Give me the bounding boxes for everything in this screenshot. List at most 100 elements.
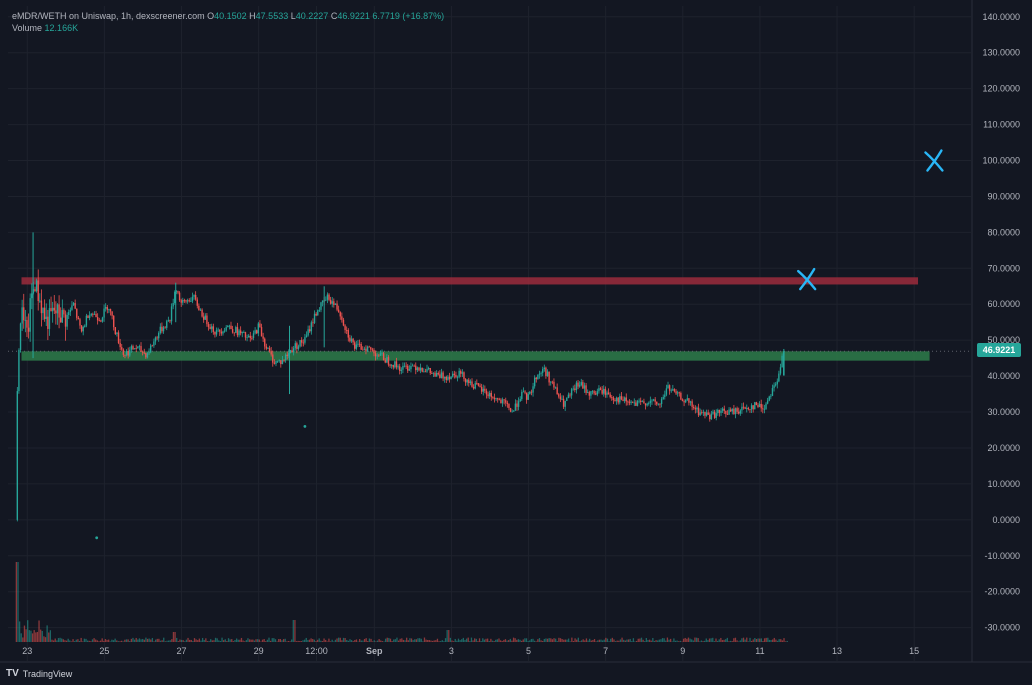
- candle-body: [16, 391, 19, 520]
- volume-bar: [521, 640, 523, 642]
- candle-body: [551, 381, 554, 383]
- volume-bar: [616, 640, 618, 642]
- candle-body: [125, 351, 128, 356]
- candle-body: [389, 364, 391, 366]
- candle-body: [445, 376, 447, 380]
- candle-body: [312, 322, 314, 324]
- candle-body: [326, 294, 329, 300]
- volume-bar: [365, 638, 367, 642]
- candle-body: [754, 402, 756, 410]
- candle-body: [509, 408, 512, 412]
- volume-bar: [156, 638, 158, 642]
- candle-body: [140, 346, 142, 352]
- volume-bar: [499, 640, 502, 642]
- volume-bar: [597, 640, 599, 642]
- volume-bar: [271, 638, 273, 642]
- volume-bar: [480, 641, 482, 642]
- volume-bar: [572, 641, 575, 642]
- candle-body: [640, 400, 642, 402]
- volume-bar: [15, 562, 18, 642]
- volume-bar: [226, 641, 228, 642]
- volume-bar: [381, 641, 384, 642]
- volume-bar: [276, 641, 278, 642]
- candle-body: [670, 390, 672, 392]
- candle-body: [233, 332, 235, 334]
- volume-bar: [490, 638, 492, 642]
- volume-bar: [750, 640, 753, 642]
- candle-body: [701, 412, 703, 414]
- candle-body: [609, 394, 611, 398]
- candle-body: [503, 399, 505, 401]
- volume-bar: [402, 639, 405, 642]
- candle-body: [158, 332, 160, 339]
- y-tick-label: 90.0000: [987, 191, 1020, 201]
- volume-bar: [210, 639, 212, 642]
- volume-bar: [195, 639, 197, 642]
- volume-bar: [20, 633, 22, 642]
- volume-bar: [127, 639, 129, 642]
- volume-bar: [546, 638, 549, 642]
- volume-bar: [676, 640, 678, 642]
- volume-bar: [344, 638, 346, 642]
- candle-body: [275, 360, 277, 364]
- candle-body: [382, 353, 385, 361]
- volume-bar: [17, 562, 19, 642]
- volume-bar: [145, 637, 147, 642]
- candle-body: [236, 327, 239, 336]
- volume-bar: [417, 638, 419, 642]
- candle-body: [744, 407, 746, 409]
- volume-bar: [132, 637, 134, 642]
- volume-bar: [443, 641, 445, 642]
- candle-body: [540, 372, 542, 374]
- volume-bar: [253, 640, 256, 642]
- candle-body: [29, 298, 31, 332]
- volume-bar: [386, 637, 388, 642]
- candle-body: [243, 332, 245, 333]
- candle-body: [595, 393, 597, 395]
- volume-bar: [74, 641, 76, 642]
- candle-body: [202, 316, 205, 320]
- volume-bar: [452, 641, 455, 642]
- candle-body: [283, 359, 285, 361]
- volume-bar: [59, 637, 61, 642]
- candle-body: [219, 329, 221, 332]
- volume-bar: [258, 639, 260, 642]
- volume-bar: [760, 638, 762, 642]
- candle-body: [739, 410, 742, 414]
- candle-body: [252, 333, 255, 338]
- volume-bar: [495, 639, 497, 642]
- volume-bar: [511, 640, 513, 642]
- volume-bar: [478, 638, 481, 642]
- candle-body: [307, 329, 309, 336]
- tradingview-branding[interactable]: TV TradingView: [6, 668, 72, 679]
- y-tick-label: 10.0000: [987, 479, 1020, 489]
- support-band: [21, 351, 930, 361]
- candle-body: [713, 411, 716, 418]
- price-chart[interactable]: 140.0000130.0000120.0000110.0000100.0000…: [0, 0, 1032, 685]
- volume-bar: [109, 641, 111, 642]
- volume-bar: [754, 637, 756, 642]
- candle-body: [272, 354, 274, 363]
- candle-body: [569, 394, 571, 396]
- volume-bar: [198, 638, 201, 642]
- volume-bar: [346, 639, 348, 642]
- candle-body: [747, 407, 750, 410]
- candle-body: [374, 353, 377, 357]
- candle-body: [69, 309, 72, 313]
- candle-body: [718, 409, 721, 413]
- volume-bar: [125, 639, 128, 642]
- candle-body: [354, 342, 356, 349]
- candle-body: [524, 391, 526, 393]
- candle-body: [186, 300, 189, 302]
- candle-body: [278, 360, 280, 362]
- candle-body: [265, 346, 268, 349]
- candle-body: [268, 348, 271, 352]
- volume-bar: [36, 631, 39, 642]
- candle-body: [276, 360, 279, 362]
- chart-root[interactable]: 140.0000 130.0000 120.0000 110.0000 100.0000…: [0, 0, 1032, 685]
- volume-bar: [759, 638, 761, 642]
- volume-bar: [451, 640, 453, 642]
- volume-bar: [229, 639, 231, 642]
- candle-body: [387, 357, 390, 365]
- volume-bar: [56, 640, 58, 642]
